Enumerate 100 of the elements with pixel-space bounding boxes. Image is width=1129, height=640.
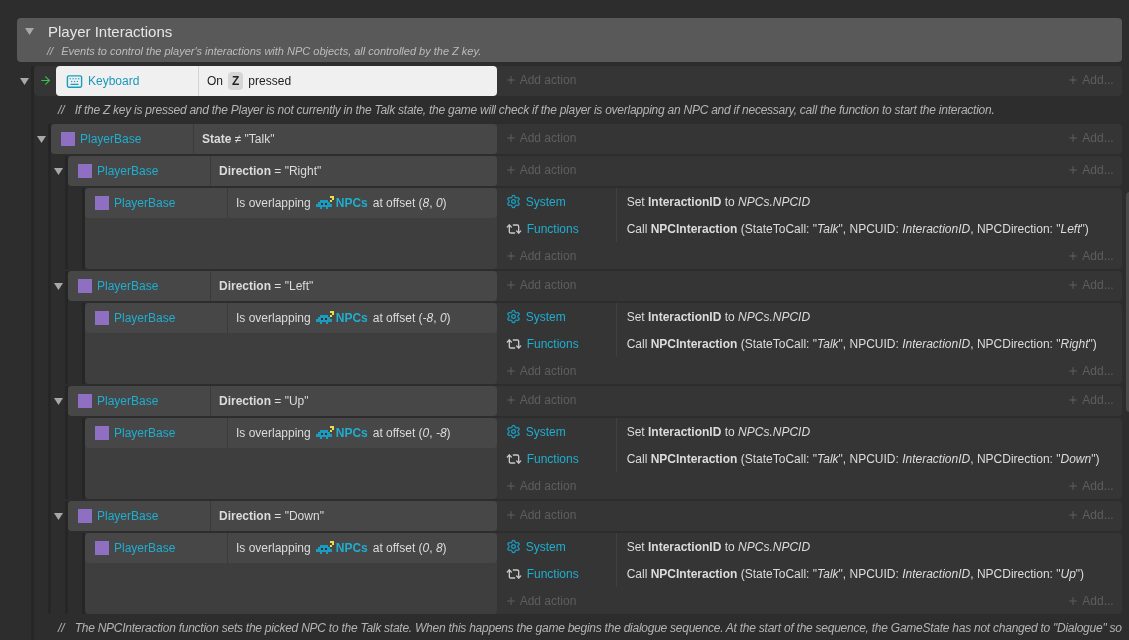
condition-row[interactable]: PlayerBase Direction = "Up" (68, 386, 497, 416)
condition-text: Is overlapping (236, 195, 311, 212)
condition-text: Is overlapping (236, 425, 311, 442)
gear-icon (505, 194, 521, 209)
action-row[interactable]: Functions Call NPCInteraction (StateToCall: "Talk", NPCUID: InteractionID, NPCDirection: "Down") (496, 445, 1122, 472)
invader-icon (315, 541, 334, 555)
action-row[interactable]: Functions Call NPCInteraction (StateToCall: "Talk", NPCUID: InteractionID, NPCDirection: "Up") (496, 560, 1122, 587)
condition-text: at offset (-8, 0) (372, 310, 451, 327)
group-comment: Events to control the player's interactions with NPC objects, all controlled by the Z key. (61, 44, 482, 59)
comment-mark: // (47, 44, 54, 59)
object-name[interactable]: Functions (526, 219, 579, 238)
action-row[interactable]: System Set InteractionID to NPCs.NPCID (496, 533, 1122, 560)
object-name[interactable]: PlayerBase (97, 162, 159, 180)
plus-icon (504, 393, 517, 406)
object-name[interactable]: Functions (526, 449, 579, 468)
condition-row[interactable]: PlayerBase Is overlapping NPCs at offset (-8, 0) (85, 303, 497, 333)
collapse-arrow-icon[interactable] (25, 28, 34, 36)
object-name[interactable]: PlayerBase (114, 309, 176, 327)
comment-text: If the Z key is pressed and the Player is not currently in the Talk state, the game will check if the player is overlapping an NPC and if necessary, call the function to start the interaction. (74, 102, 995, 119)
action-row[interactable]: Functions Call NPCInteraction (StateToCall: "Talk", NPCUID: InteractionID, NPCDirection: "Right") (496, 330, 1122, 357)
condition-text: pressed (248, 73, 292, 90)
comment-mark: // (58, 102, 65, 119)
plus-icon (1067, 479, 1080, 492)
object-name[interactable]: NPCs (335, 309, 368, 327)
action-row[interactable]: System Set InteractionID to NPCs.NPCID (496, 418, 1122, 445)
condition-text: State ≠ "Talk" (202, 131, 275, 148)
key-badge: Z (228, 72, 244, 90)
object-name[interactable]: PlayerBase (114, 424, 176, 442)
action-row[interactable]: System Set InteractionID to NPCs.NPCID (496, 303, 1122, 330)
condition-text: at offset (0, 8) (372, 540, 447, 557)
condition-row[interactable]: PlayerBase Direction = "Right" (68, 156, 497, 186)
object-name[interactable]: PlayerBase (97, 277, 159, 295)
plus-icon (1067, 393, 1080, 406)
group-title: Player Interactions (48, 21, 173, 42)
plus-icon (504, 163, 517, 176)
object-name[interactable]: PlayerBase (80, 130, 142, 148)
action-text: Set InteractionID to NPCs.NPCID (625, 538, 811, 556)
plus-icon (504, 594, 517, 607)
plus-icon (1067, 364, 1080, 377)
condition-text: Direction = "Left" (219, 278, 314, 295)
plus-icon (504, 508, 517, 521)
object-name[interactable]: PlayerBase (114, 194, 176, 212)
condition-row[interactable]: PlayerBase State ≠ "Talk" (51, 124, 497, 154)
group-header[interactable]: Player Interactions // Events to control the player's interactions with NPC objects, all controlled by the Z key. (17, 18, 1122, 62)
collapse-arrow-icon[interactable] (19, 78, 29, 85)
action-text: Set InteractionID to NPCs.NPCID (625, 308, 811, 326)
keyboard-icon (66, 72, 83, 90)
condition-row[interactable]: PlayerBase Is overlapping NPCs at offset (8, 0) (85, 188, 497, 218)
object-name[interactable]: NPCs (335, 424, 368, 442)
object-name[interactable]: System (525, 422, 566, 441)
plus-icon (1067, 73, 1080, 86)
condition-text: Is overlapping (236, 310, 311, 327)
object-name[interactable]: System (525, 537, 566, 556)
object-name[interactable]: PlayerBase (114, 539, 176, 557)
action-text: Call NPCInteraction (StateToCall: "Talk", NPCUID: InteractionID, NPCDirection: "Down") (625, 450, 1100, 468)
condition-row[interactable]: Keyboard On Z pressed (56, 66, 497, 96)
sprite-icon (95, 541, 109, 555)
object-name[interactable]: Keyboard (88, 72, 140, 90)
plus-icon (504, 249, 517, 262)
object-name[interactable]: NPCs (335, 539, 368, 557)
collapse-arrow-icon[interactable] (36, 136, 46, 143)
object-name[interactable]: NPCs (335, 194, 368, 212)
gear-icon (505, 309, 521, 324)
action-row[interactable]: System Set InteractionID to NPCs.NPCID (496, 188, 1122, 215)
sprite-icon (78, 394, 92, 408)
gear-icon (505, 424, 521, 439)
gear-icon (505, 539, 521, 554)
collapse-arrow-icon[interactable] (53, 283, 63, 290)
action-text: Call NPCInteraction (StateToCall: "Talk", NPCUID: InteractionID, NPCDirection: "Up") (625, 565, 1085, 583)
collapse-arrow-icon[interactable] (53, 168, 63, 175)
collapse-arrow-icon[interactable] (53, 513, 63, 520)
invader-icon (315, 311, 334, 325)
comment-mark: // (58, 620, 65, 637)
condition-row[interactable]: PlayerBase Direction = "Left" (68, 271, 497, 301)
condition-text: Direction = "Right" (219, 163, 322, 180)
action-row[interactable]: Functions Call NPCInteraction (StateToCall: "Talk", NPCUID: InteractionID, NPCDirection: "Left") (496, 215, 1122, 242)
object-name[interactable]: Functions (526, 564, 579, 583)
object-name[interactable]: PlayerBase (97, 392, 159, 410)
condition-row[interactable]: PlayerBase Is overlapping NPCs at offset (0, -8) (85, 418, 497, 448)
sprite-icon (95, 196, 109, 210)
object-name[interactable]: System (525, 307, 566, 326)
plus-icon (504, 479, 517, 492)
collapse-arrow-icon[interactable] (53, 398, 63, 405)
condition-text: On (207, 73, 223, 90)
action-text: Call NPCInteraction (StateToCall: "Talk", NPCUID: InteractionID, NPCDirection: "Left") (625, 220, 1089, 238)
plus-icon (1067, 278, 1080, 291)
condition-text: Direction = "Up" (219, 393, 309, 410)
object-name[interactable]: System (525, 192, 566, 211)
plus-icon (1067, 508, 1080, 521)
sprite-icon (95, 311, 109, 325)
condition-row[interactable]: PlayerBase Is overlapping NPCs at offset (0, 8) (85, 533, 497, 563)
object-name[interactable]: PlayerBase (97, 507, 159, 525)
object-name[interactable]: Functions (526, 334, 579, 353)
plus-icon (1067, 594, 1080, 607)
sprite-icon (78, 279, 92, 293)
condition-text: Direction = "Down" (219, 508, 324, 525)
invader-icon (315, 426, 334, 440)
sprite-icon (61, 132, 75, 146)
condition-text: Is overlapping (236, 540, 311, 557)
condition-row[interactable]: PlayerBase Direction = "Down" (68, 501, 497, 531)
